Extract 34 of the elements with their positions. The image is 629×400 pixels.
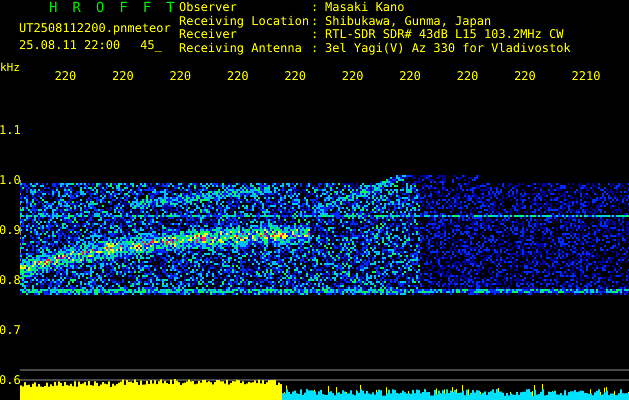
x-tick-label: 220: [456, 70, 480, 85]
x-tick-label: 220: [284, 70, 308, 85]
y-tick-label: 0.6: [0, 372, 20, 389]
info-label: Observer: [179, 2, 238, 16]
y-tick-label: 1.0: [0, 172, 20, 189]
y-tick-label: 1.1: [0, 122, 20, 139]
app-title: HROFFT: [48, 0, 179, 16]
x-tick-label: 220: [399, 70, 422, 85]
info-label: Receiving Location: [179, 16, 310, 28]
y-tick-label: 0.8: [0, 272, 20, 289]
mode-label: meteor: [127, 21, 171, 35]
info-separator: :: [311, 42, 320, 56]
x-tick-label: 220: [342, 70, 364, 85]
info-separator: :: [311, 16, 320, 29]
info-value: Masaki Kano: [325, 2, 406, 16]
date-time: 25.08.11 22:00: [19, 38, 120, 52]
x-tick-label: 220: [54, 70, 78, 85]
info-value: Shibukawa, Gunma, Japan: [325, 16, 492, 28]
x-tick-label: 220: [112, 70, 135, 85]
info-value: RTL-SDR SDR# 43dB L15 103.2MHz CW: [325, 29, 564, 42]
x-tick-label: 2210: [572, 70, 602, 85]
info-separator: :: [311, 29, 320, 42]
y-tick-label: 0.9: [0, 222, 20, 239]
info-value: 3el Yagi(V) Az 330 for Vladivostok: [325, 42, 571, 56]
info-label: Receiver: [179, 29, 237, 42]
x-tick-label: 220: [169, 70, 192, 85]
count-value: 45_: [140, 38, 162, 52]
info-separator: :: [311, 2, 320, 16]
file-name: UT2508112200.pn: [19, 21, 128, 35]
x-tick-label: 220: [514, 70, 537, 85]
y-tick-label: 0.7: [0, 322, 20, 339]
info-label: Receiving Antenna: [179, 42, 303, 56]
axis-unit: kHz: [0, 62, 21, 76]
x-tick-label: 220: [226, 70, 250, 85]
